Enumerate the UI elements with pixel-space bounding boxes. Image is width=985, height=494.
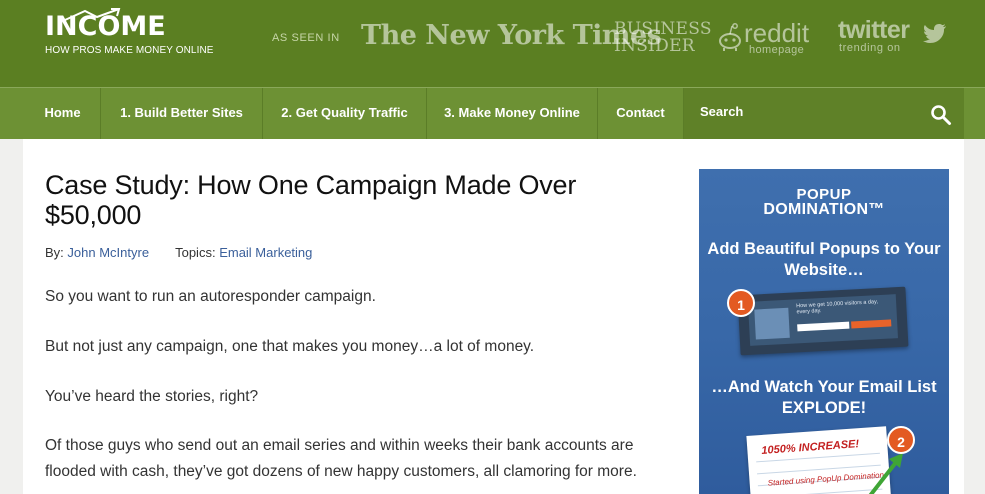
- author-link[interactable]: John McIntyre: [67, 245, 149, 260]
- growth-arrow-icon: [868, 453, 903, 494]
- article-paragraph: Of those guys who send out an email seri…: [45, 437, 637, 480]
- press-logo-twitter: twitter trending on: [838, 16, 948, 60]
- twitter-bird-icon: [923, 24, 946, 43]
- site-header: INCOME HOW PROS MAKE MONEY ONLINE AS SEE…: [0, 0, 985, 87]
- ad-headline-1: Add Beautiful Popups to Your Website…: [707, 240, 941, 279]
- ad-brand: POPUP DOMINATION™: [699, 187, 949, 218]
- topic-link[interactable]: Email Marketing: [219, 245, 312, 260]
- nav-item-build-better-sites[interactable]: 1. Build Better Sites: [101, 88, 263, 139]
- nav-item-home[interactable]: Home: [25, 88, 101, 139]
- press-logo-business-insider: BUSINESS INSIDER: [614, 21, 712, 55]
- twitter-wordmark: twitter: [838, 16, 910, 44]
- article-paragraph: You’ve heard the stories, right?: [45, 388, 259, 405]
- main-nav: Home 1. Build Better Sites 2. Get Qualit…: [0, 87, 985, 139]
- press-logo-reddit: reddit homepage: [718, 18, 813, 60]
- ad-brand-top: POPUP: [796, 186, 852, 203]
- logo-arrow-icon: [64, 8, 121, 21]
- reddit-alien-icon: [719, 23, 741, 51]
- ad-brand-main: DOMINATION™: [763, 201, 885, 218]
- nav-item-get-quality-traffic[interactable]: 2. Get Quality Traffic: [263, 88, 427, 139]
- sidebar-ad-popup-domination[interactable]: POPUP DOMINATION™ Add Beautiful Popups t…: [699, 169, 949, 494]
- nav-item-contact[interactable]: Contact: [598, 88, 684, 139]
- nav-item-make-money-online[interactable]: 3. Make Money Online: [427, 88, 598, 139]
- twitter-sub: trending on: [839, 42, 901, 54]
- search-icon[interactable]: [930, 104, 952, 126]
- by-label: By:: [45, 245, 64, 260]
- bi-line-2: INSIDER: [614, 36, 695, 56]
- article-paragraph: But not just any campaign, one that make…: [45, 338, 535, 355]
- ad-headline-2: …And Watch Your Email List EXPLODE!: [711, 378, 937, 417]
- article-byline: By: John McIntyre Topics: Email Marketin…: [45, 245, 312, 260]
- article-paragraph: So you want to run an autoresponder camp…: [45, 288, 376, 305]
- as-seen-in-label: AS SEEN IN: [272, 32, 340, 44]
- ad-popup-screenshot: How we get 10,000 visitors a day, every …: [737, 286, 909, 356]
- ad-shot-text: How we get 10,000 visitors a day, every …: [796, 299, 879, 316]
- reddit-sub: homepage: [749, 44, 805, 56]
- topics-label: Topics:: [175, 245, 216, 260]
- site-logo[interactable]: INCOME HOW PROS MAKE MONEY ONLINE: [45, 8, 215, 56]
- logo-tagline: HOW PROS MAKE MONEY ONLINE: [45, 45, 214, 56]
- search-box: [684, 88, 964, 139]
- search-input[interactable]: [684, 88, 924, 139]
- article-title: Case Study: How One Campaign Made Over $…: [45, 170, 577, 230]
- ad-step-badge-2: 2: [887, 426, 915, 454]
- ad-step-badge-1: 1: [727, 289, 755, 317]
